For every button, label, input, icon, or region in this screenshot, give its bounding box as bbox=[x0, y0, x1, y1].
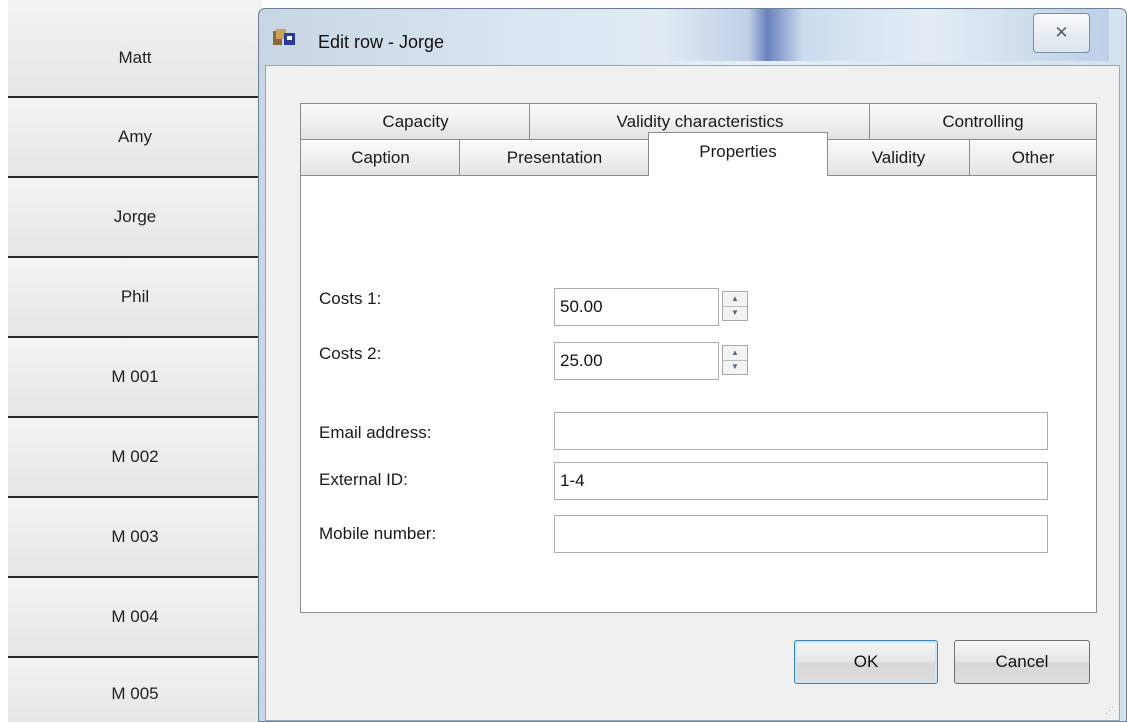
tab-label: Other bbox=[1011, 147, 1055, 167]
tab-label: Caption bbox=[351, 147, 410, 167]
spin-down-icon[interactable]: ▼ bbox=[723, 360, 747, 374]
costs1-label: Costs 1: bbox=[319, 289, 382, 308]
tab-label: Validity bbox=[871, 147, 926, 167]
row-header-label: M 003 bbox=[111, 527, 159, 546]
row-header[interactable]: Phil bbox=[8, 256, 262, 336]
row-header[interactable]: M 003 bbox=[8, 496, 262, 576]
email-label: Email address: bbox=[319, 423, 432, 442]
tab-validity[interactable]: Validity bbox=[826, 139, 971, 175]
costs2-label: Costs 2: bbox=[319, 344, 382, 363]
costs1-input[interactable] bbox=[554, 288, 719, 326]
tab-label: Properties bbox=[699, 142, 777, 161]
row-header-label: M 001 bbox=[111, 367, 159, 386]
row-header-label: M 005 bbox=[111, 684, 159, 703]
close-icon: ✕ bbox=[1054, 23, 1069, 42]
costs1-spinner[interactable]: ▲ ▼ bbox=[722, 291, 748, 321]
close-button[interactable]: ✕ bbox=[1033, 13, 1090, 53]
tab-label: Capacity bbox=[382, 111, 449, 131]
cancel-button[interactable]: Cancel bbox=[954, 640, 1090, 684]
ok-button[interactable]: OK bbox=[794, 640, 938, 684]
app-icon bbox=[273, 29, 295, 47]
tab-label: Controlling bbox=[942, 111, 1024, 131]
row-header-label: Phil bbox=[120, 287, 150, 306]
tab-capacity[interactable]: Capacity bbox=[300, 103, 531, 139]
mobile-label: Mobile number: bbox=[319, 524, 437, 543]
row-header-label: M 002 bbox=[111, 447, 159, 466]
tab-caption[interactable]: Caption bbox=[300, 139, 461, 175]
costs2-spinner[interactable]: ▲ ▼ bbox=[722, 345, 748, 375]
row-header-label: Matt bbox=[118, 48, 152, 67]
spin-up-icon[interactable]: ▲ bbox=[723, 292, 747, 307]
tab-properties[interactable]: Properties bbox=[648, 132, 828, 176]
edit-row-dialog: Edit row - Jorge ✕ Capacity Validity cha… bbox=[258, 8, 1127, 722]
row-header[interactable]: M 002 bbox=[8, 416, 262, 496]
email-input[interactable] bbox=[554, 412, 1048, 450]
row-header-label: Jorge bbox=[113, 207, 157, 226]
tab-label: Validity characteristics bbox=[616, 111, 784, 131]
tab-other[interactable]: Other bbox=[969, 139, 1097, 175]
dialog-title-bar[interactable]: Edit row - Jorge ✕ bbox=[259, 9, 1126, 65]
row-header[interactable]: M 004 bbox=[8, 576, 262, 656]
spin-up-icon[interactable]: ▲ bbox=[723, 346, 747, 361]
row-header[interactable]: Matt bbox=[8, 0, 262, 96]
dialog-client-area: Capacity Validity characteristics Contro… bbox=[265, 65, 1120, 721]
external-id-label: External ID: bbox=[319, 470, 408, 489]
properties-tab-page: Costs 1: ▲ ▼ Costs 2: ▲ ▼ Email address:… bbox=[300, 175, 1097, 613]
mobile-input[interactable] bbox=[554, 515, 1048, 553]
row-header-label: M 004 bbox=[111, 607, 159, 626]
row-header-label: Amy bbox=[118, 127, 152, 146]
row-header[interactable]: M 001 bbox=[8, 336, 262, 416]
external-id-input[interactable] bbox=[554, 462, 1048, 500]
row-header[interactable]: Amy bbox=[8, 96, 262, 176]
row-header[interactable]: Jorge bbox=[8, 176, 262, 256]
tab-controlling[interactable]: Controlling bbox=[869, 103, 1097, 139]
row-header[interactable]: M 005 bbox=[8, 656, 262, 722]
row-header-list: Matt Amy Jorge Phil M 001 M 002 M 003 M … bbox=[0, 0, 262, 722]
costs2-input[interactable] bbox=[554, 342, 719, 380]
spin-down-icon[interactable]: ▼ bbox=[723, 306, 747, 320]
tab-label: Presentation bbox=[506, 147, 603, 167]
tab-presentation[interactable]: Presentation bbox=[459, 139, 650, 175]
dialog-title: Edit row - Jorge bbox=[318, 32, 445, 52]
resize-grip-icon[interactable]: ⋰ bbox=[1105, 706, 1117, 718]
